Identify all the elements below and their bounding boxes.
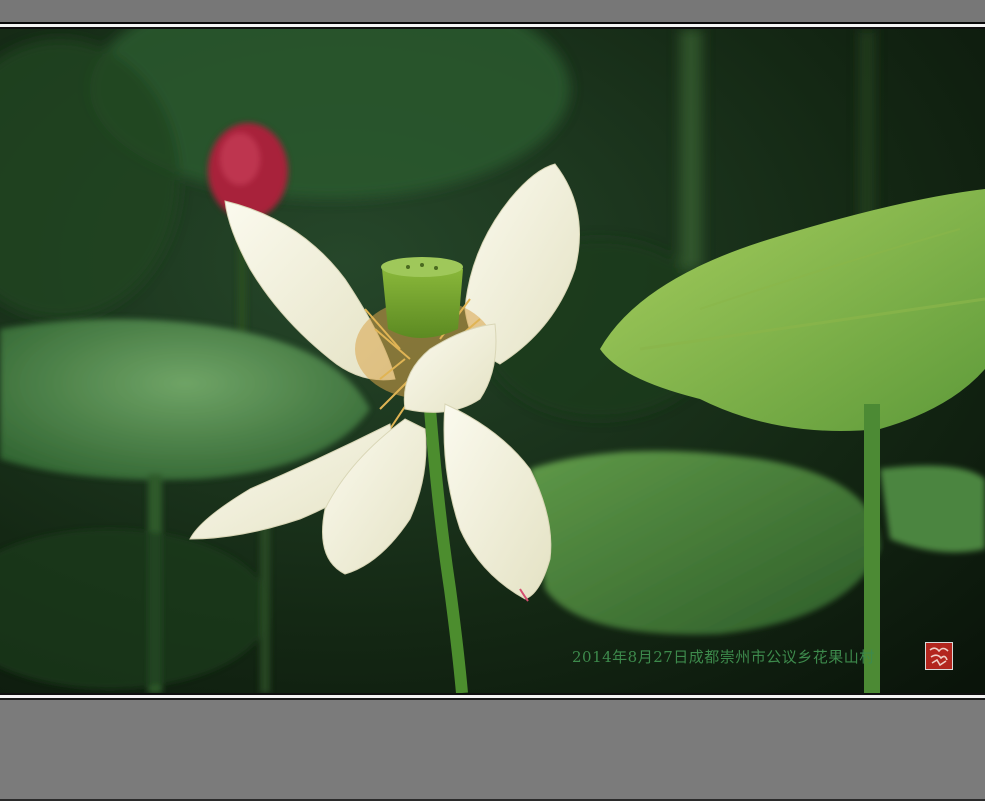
bottom-frame-bar <box>0 700 985 801</box>
seed-pod <box>381 257 463 338</box>
lotus-photo: 2014年8月27日成都崇州市公议乡花果山村 <box>0 29 985 693</box>
lotus-photo-illustration <box>0 29 985 693</box>
photo-caption: 2014年8月27日成都崇州市公议乡花果山村 <box>572 648 875 666</box>
artist-seal <box>925 642 953 670</box>
top-frame-bar <box>0 0 985 24</box>
